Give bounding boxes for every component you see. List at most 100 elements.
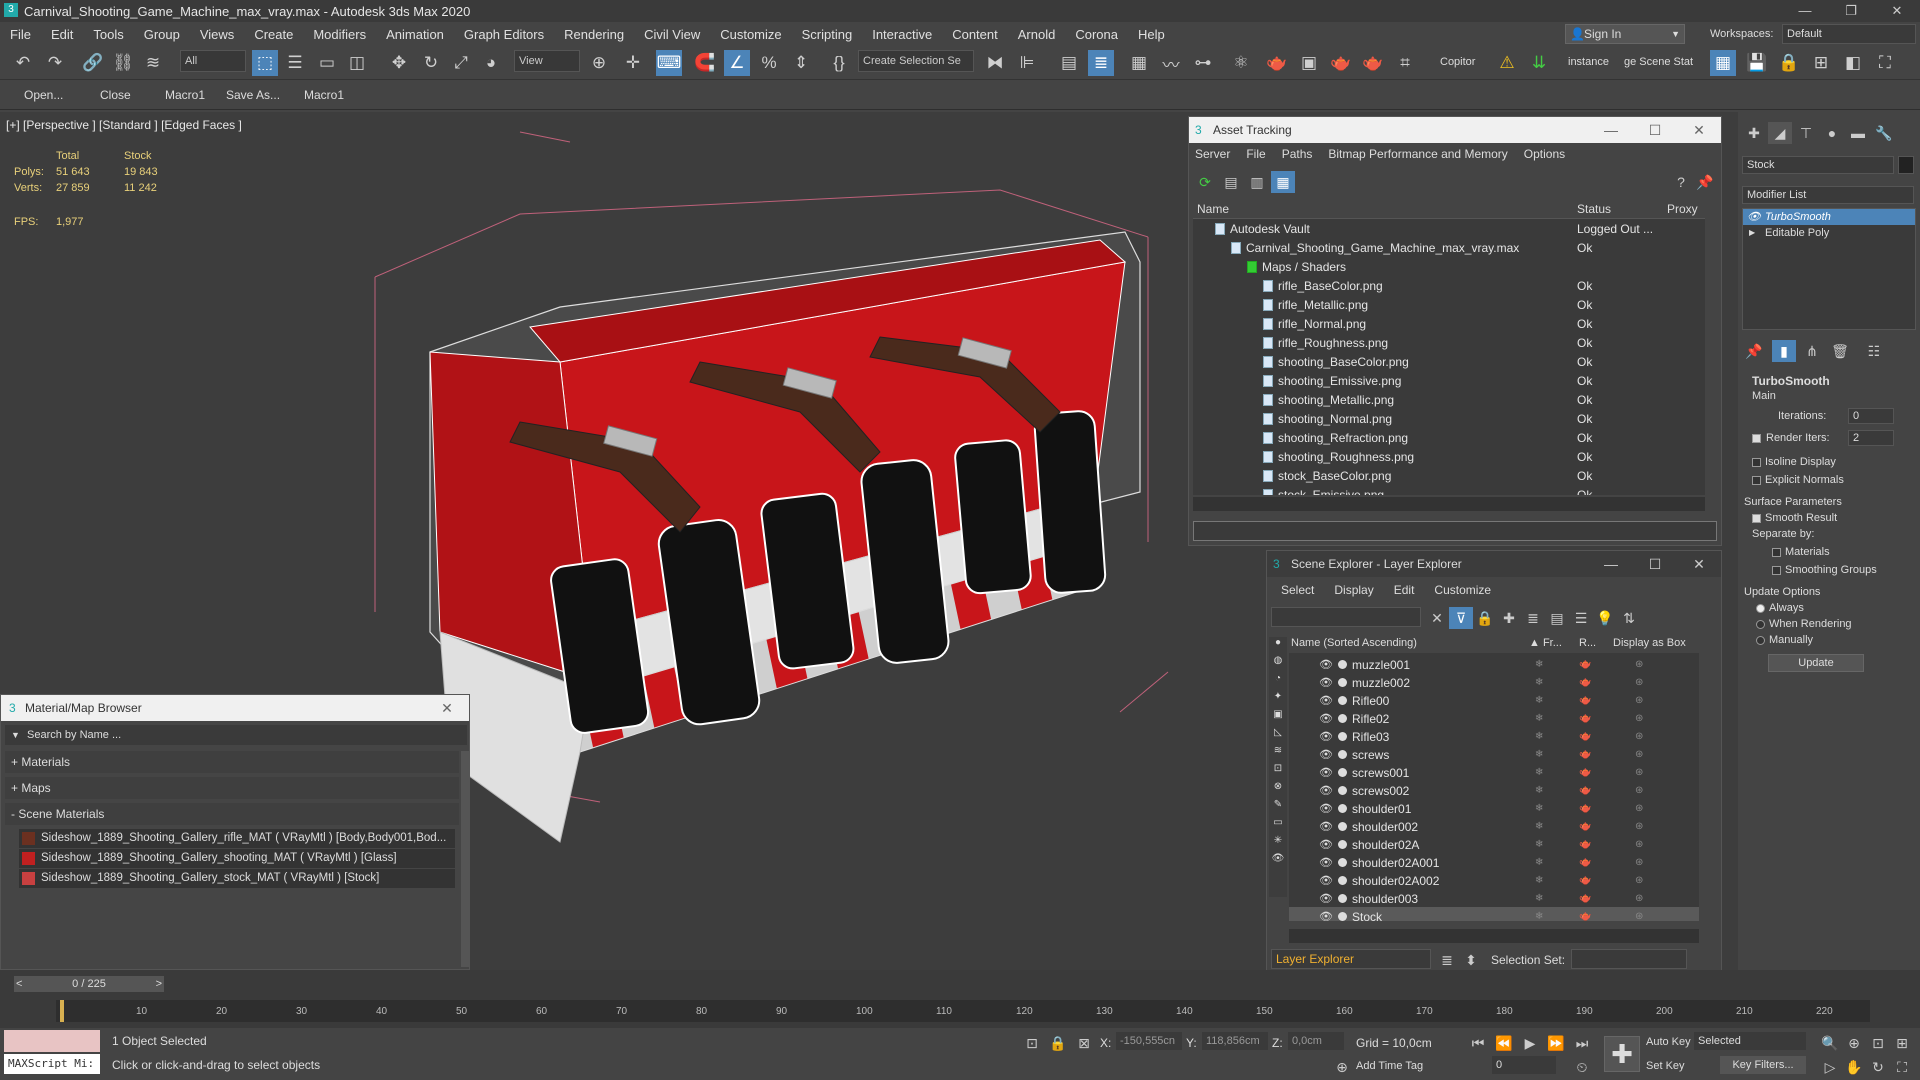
- asset-row[interactable]: rifle_BaseColor.png Ok: [1193, 276, 1705, 295]
- menu-create[interactable]: Create: [244, 27, 303, 42]
- renderable-icon[interactable]: 🫖: [1579, 893, 1591, 904]
- renderable-icon[interactable]: 🫖: [1579, 821, 1591, 832]
- maximize-icon[interactable]: ☐: [1633, 551, 1677, 577]
- material-item[interactable]: Sideshow_1889_Shooting_Gallery_shooting_…: [19, 849, 455, 868]
- y-field[interactable]: 118,856cm: [1202, 1032, 1268, 1050]
- set-key-button[interactable]: Set Key: [1646, 1060, 1685, 1072]
- current-frame-field[interactable]: 0: [1492, 1056, 1556, 1074]
- key-selected-dropdown[interactable]: Selected: [1694, 1032, 1806, 1050]
- update-button[interactable]: Update: [1768, 654, 1864, 672]
- clear-search-icon[interactable]: ✕: [1425, 607, 1449, 629]
- visibility-eye-icon[interactable]: 👁: [1319, 766, 1333, 779]
- asset-row[interactable]: stock_BaseColor.png Ok: [1193, 466, 1705, 485]
- percent-snap-icon[interactable]: %: [756, 50, 782, 76]
- minimize-icon[interactable]: —: [1589, 117, 1633, 143]
- zoom-extents-icon[interactable]: ⊡: [1866, 1032, 1890, 1054]
- menu-customize[interactable]: Customize: [710, 27, 791, 42]
- visibility-eye-icon[interactable]: 👁: [1319, 820, 1333, 833]
- close-icon[interactable]: ✕: [1677, 117, 1721, 143]
- col-proxy[interactable]: Proxy: [1667, 202, 1698, 216]
- modifier-stack-item[interactable]: ▶ Editable Poly: [1743, 225, 1915, 241]
- box-display-icon[interactable]: ⊛: [1635, 731, 1643, 742]
- box-display-icon[interactable]: ⊛: [1635, 677, 1643, 688]
- maximize-button[interactable]: ❐: [1828, 0, 1874, 22]
- utilities-tab-icon[interactable]: 🔧: [1872, 122, 1896, 144]
- refresh-icon[interactable]: ⟳: [1193, 171, 1217, 193]
- schematic-view-icon[interactable]: ⊶: [1190, 50, 1216, 76]
- eye-icon[interactable]: 👁: [1269, 853, 1287, 871]
- placement-icon[interactable]: ◕: [478, 50, 504, 76]
- time-slider[interactable]: < 0 / 225 >: [14, 976, 164, 992]
- pivot-center-icon[interactable]: ⊕: [586, 50, 612, 76]
- explorer-row[interactable]: 👁 shoulder02A002 ❄ 🫖 ⊛: [1289, 871, 1699, 890]
- instance-label[interactable]: instance: [1568, 56, 1609, 68]
- box-display-icon[interactable]: ⊛: [1635, 893, 1643, 904]
- prev-frame-icon[interactable]: <: [16, 976, 22, 992]
- render-iterative-icon[interactable]: 🫖: [1360, 50, 1386, 76]
- explorer-menu-display[interactable]: Display: [1334, 583, 1373, 597]
- explorer-menu-customize[interactable]: Customize: [1434, 583, 1491, 597]
- add-to-layer-icon[interactable]: ≣: [1521, 607, 1545, 629]
- containers-icon[interactable]: ▭: [1269, 817, 1287, 835]
- lock-icon[interactable]: 🔒: [1473, 607, 1497, 629]
- visibility-eye-icon[interactable]: 👁: [1319, 676, 1333, 689]
- scale-icon[interactable]: ⤢: [448, 50, 474, 76]
- material-editor-icon[interactable]: ⚛: [1228, 50, 1254, 76]
- layer-explorer-icon[interactable]: ≣: [1088, 50, 1114, 76]
- smooth-result-checkbox[interactable]: [1752, 513, 1761, 523]
- turbosmooth-header[interactable]: TurboSmooth: [1742, 374, 1916, 388]
- eye-icon[interactable]: 👁: [1747, 209, 1761, 225]
- box-display-icon[interactable]: ⊛: [1635, 911, 1643, 921]
- asset-row[interactable]: Maps / Shaders: [1193, 257, 1705, 276]
- table-view-icon[interactable]: ▦: [1271, 171, 1295, 193]
- angle-snap-icon[interactable]: ∠: [724, 50, 750, 76]
- explorer-row[interactable]: 👁 Rifle02 ❄ 🫖 ⊛: [1289, 709, 1699, 728]
- explorer-row[interactable]: 👁 Rifle00 ❄ 🫖 ⊛: [1289, 691, 1699, 710]
- align-icon[interactable]: ⊫: [1014, 50, 1040, 76]
- menu-graph-editors[interactable]: Graph Editors: [454, 27, 554, 42]
- particles-icon[interactable]: ✳: [1269, 835, 1287, 853]
- selection-set-dropdown[interactable]: [1571, 949, 1687, 969]
- ribbon-icon[interactable]: ▦: [1126, 50, 1152, 76]
- renderable-icon[interactable]: 🫖: [1579, 857, 1591, 868]
- menu-file[interactable]: File: [0, 27, 41, 42]
- layer-toggle-icon[interactable]: ⬍: [1459, 949, 1483, 971]
- zoom-icon[interactable]: 🔍: [1818, 1032, 1842, 1054]
- explorer-hscrollbar[interactable]: [1289, 929, 1699, 943]
- asset-menu-paths[interactable]: Paths: [1282, 147, 1313, 161]
- edit-named-selection-icon[interactable]: {}: [826, 50, 852, 76]
- reference-coord-dropdown[interactable]: View: [514, 50, 580, 72]
- maximize-icon[interactable]: ☐: [1633, 117, 1677, 143]
- select-manipulate-icon[interactable]: ✛: [620, 50, 646, 76]
- maximize-viewport-icon[interactable]: ⛶: [1890, 1056, 1914, 1078]
- render-production-icon[interactable]: 🫖: [1328, 50, 1354, 76]
- modify-tab-icon[interactable]: ◢: [1768, 122, 1792, 144]
- visibility-eye-icon[interactable]: 👁: [1319, 712, 1333, 725]
- menu-help[interactable]: Help: [1128, 27, 1175, 42]
- asset-row[interactable]: shooting_BaseColor.png Ok: [1193, 352, 1705, 371]
- iterations-spinner[interactable]: 0: [1848, 408, 1894, 424]
- field-of-view-icon[interactable]: ▷: [1818, 1056, 1842, 1078]
- box-display-icon[interactable]: ⊛: [1635, 713, 1643, 724]
- close-file-button[interactable]: Close: [100, 88, 131, 102]
- key-mode-icon[interactable]: ⏲: [1570, 1056, 1594, 1078]
- floppy-icon[interactable]: 💾: [1744, 50, 1770, 76]
- freeze-icon[interactable]: ❄: [1535, 767, 1543, 778]
- select-layer-icon[interactable]: ▤: [1545, 607, 1569, 629]
- col-name[interactable]: Name: [1197, 202, 1229, 216]
- asset-row[interactable]: shooting_Emissive.png Ok: [1193, 371, 1705, 390]
- visibility-eye-icon[interactable]: 👁: [1319, 802, 1333, 815]
- motion-tab-icon[interactable]: ●: [1820, 122, 1844, 144]
- menu-group[interactable]: Group: [134, 27, 190, 42]
- zoom-all-icon[interactable]: ⊕: [1842, 1032, 1866, 1054]
- renderable-icon[interactable]: 🫖: [1579, 839, 1591, 850]
- asset-row[interactable]: shooting_Refraction.png Ok: [1193, 428, 1705, 447]
- layout-icon[interactable]: ◧: [1840, 50, 1866, 76]
- renderable-icon[interactable]: 🫖: [1579, 677, 1591, 688]
- box-display-icon[interactable]: ⊛: [1635, 875, 1643, 886]
- time-marker[interactable]: [60, 1000, 64, 1022]
- viewport-label[interactable]: [+] [Perspective ] [Standard ] [Edged Fa…: [6, 118, 242, 132]
- renderable-icon[interactable]: 🫖: [1579, 803, 1591, 814]
- renderable-icon[interactable]: 🫖: [1579, 911, 1591, 921]
- maxscript-listener[interactable]: [4, 1030, 100, 1052]
